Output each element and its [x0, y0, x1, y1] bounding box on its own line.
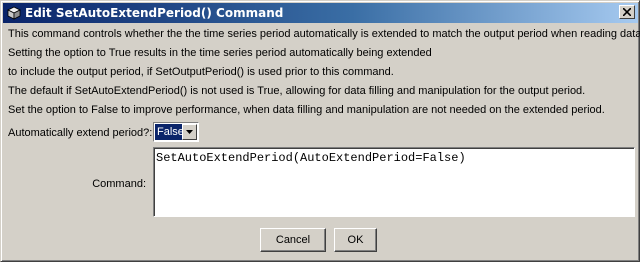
auto-extend-dropdown[interactable]: False [153, 122, 199, 142]
ok-button[interactable]: OK [334, 228, 377, 252]
window-title: Edit SetAutoExtendPeriod() Command [25, 6, 284, 20]
close-button[interactable] [619, 5, 635, 19]
auto-extend-label: Automatically extend period?: [8, 127, 153, 139]
command-label: Command: [92, 178, 146, 190]
info-text-line-1: This command controls whether the the ti… [8, 28, 640, 40]
info-text-line-2: Setting the option to True results in th… [8, 47, 432, 59]
command-textarea[interactable]: SetAutoExtendPeriod(AutoExtendPeriod=Fal… [153, 147, 635, 217]
auto-extend-selected-value[interactable]: False [155, 124, 184, 140]
info-text-line-5: Set the option to False to improve perfo… [8, 104, 605, 116]
cancel-button[interactable]: Cancel [260, 228, 326, 252]
dropdown-arrow-button[interactable] [182, 124, 197, 140]
title-bar[interactable]: Edit SetAutoExtendPeriod() Command [3, 3, 638, 23]
close-icon [623, 8, 631, 16]
info-text-line-3: to include the output period, if SetOutp… [8, 66, 394, 78]
app-cube-icon [7, 6, 21, 20]
dialog-window: Edit SetAutoExtendPeriod() Command This … [0, 0, 640, 262]
info-text-line-4: The default if SetAutoExtendPeriod() is … [8, 85, 586, 97]
chevron-down-icon [186, 130, 193, 134]
